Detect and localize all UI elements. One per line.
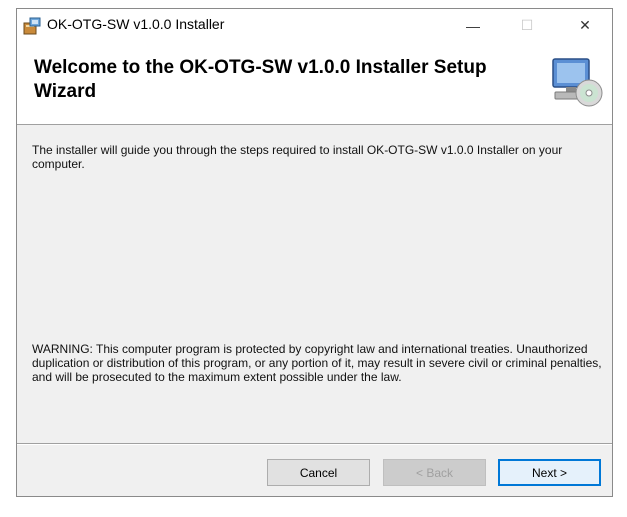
close-icon: ✕: [579, 17, 591, 33]
footer-divider: [17, 443, 612, 445]
page-title: Welcome to the OK-OTG-SW v1.0.0 Installe…: [34, 57, 487, 102]
computer-cd-icon: [552, 58, 603, 107]
intro-text: The installer will guide you through the…: [32, 143, 563, 171]
minimize-button[interactable]: —: [450, 9, 496, 42]
close-button[interactable]: ✕: [562, 9, 608, 42]
window-title: OK-OTG-SW v1.0.0 Installer: [47, 16, 225, 32]
back-button[interactable]: < Back: [383, 459, 486, 486]
title-bar[interactable]: OK-OTG-SW v1.0.0 Installer — ☐ ✕: [17, 9, 612, 42]
cancel-button[interactable]: Cancel: [267, 459, 370, 486]
copyright-warning: WARNING: This computer program is protec…: [32, 342, 602, 384]
maximize-button[interactable]: ☐: [504, 9, 550, 42]
minimize-icon: —: [466, 17, 480, 34]
installer-window: OK-OTG-SW v1.0.0 Installer — ☐ ✕ Welcome…: [16, 8, 613, 497]
wizard-header: Welcome to the OK-OTG-SW v1.0.0 Installe…: [17, 42, 612, 125]
installer-app-icon: [23, 17, 41, 35]
next-button[interactable]: Next >: [498, 459, 601, 486]
maximize-icon: ☐: [520, 17, 534, 33]
